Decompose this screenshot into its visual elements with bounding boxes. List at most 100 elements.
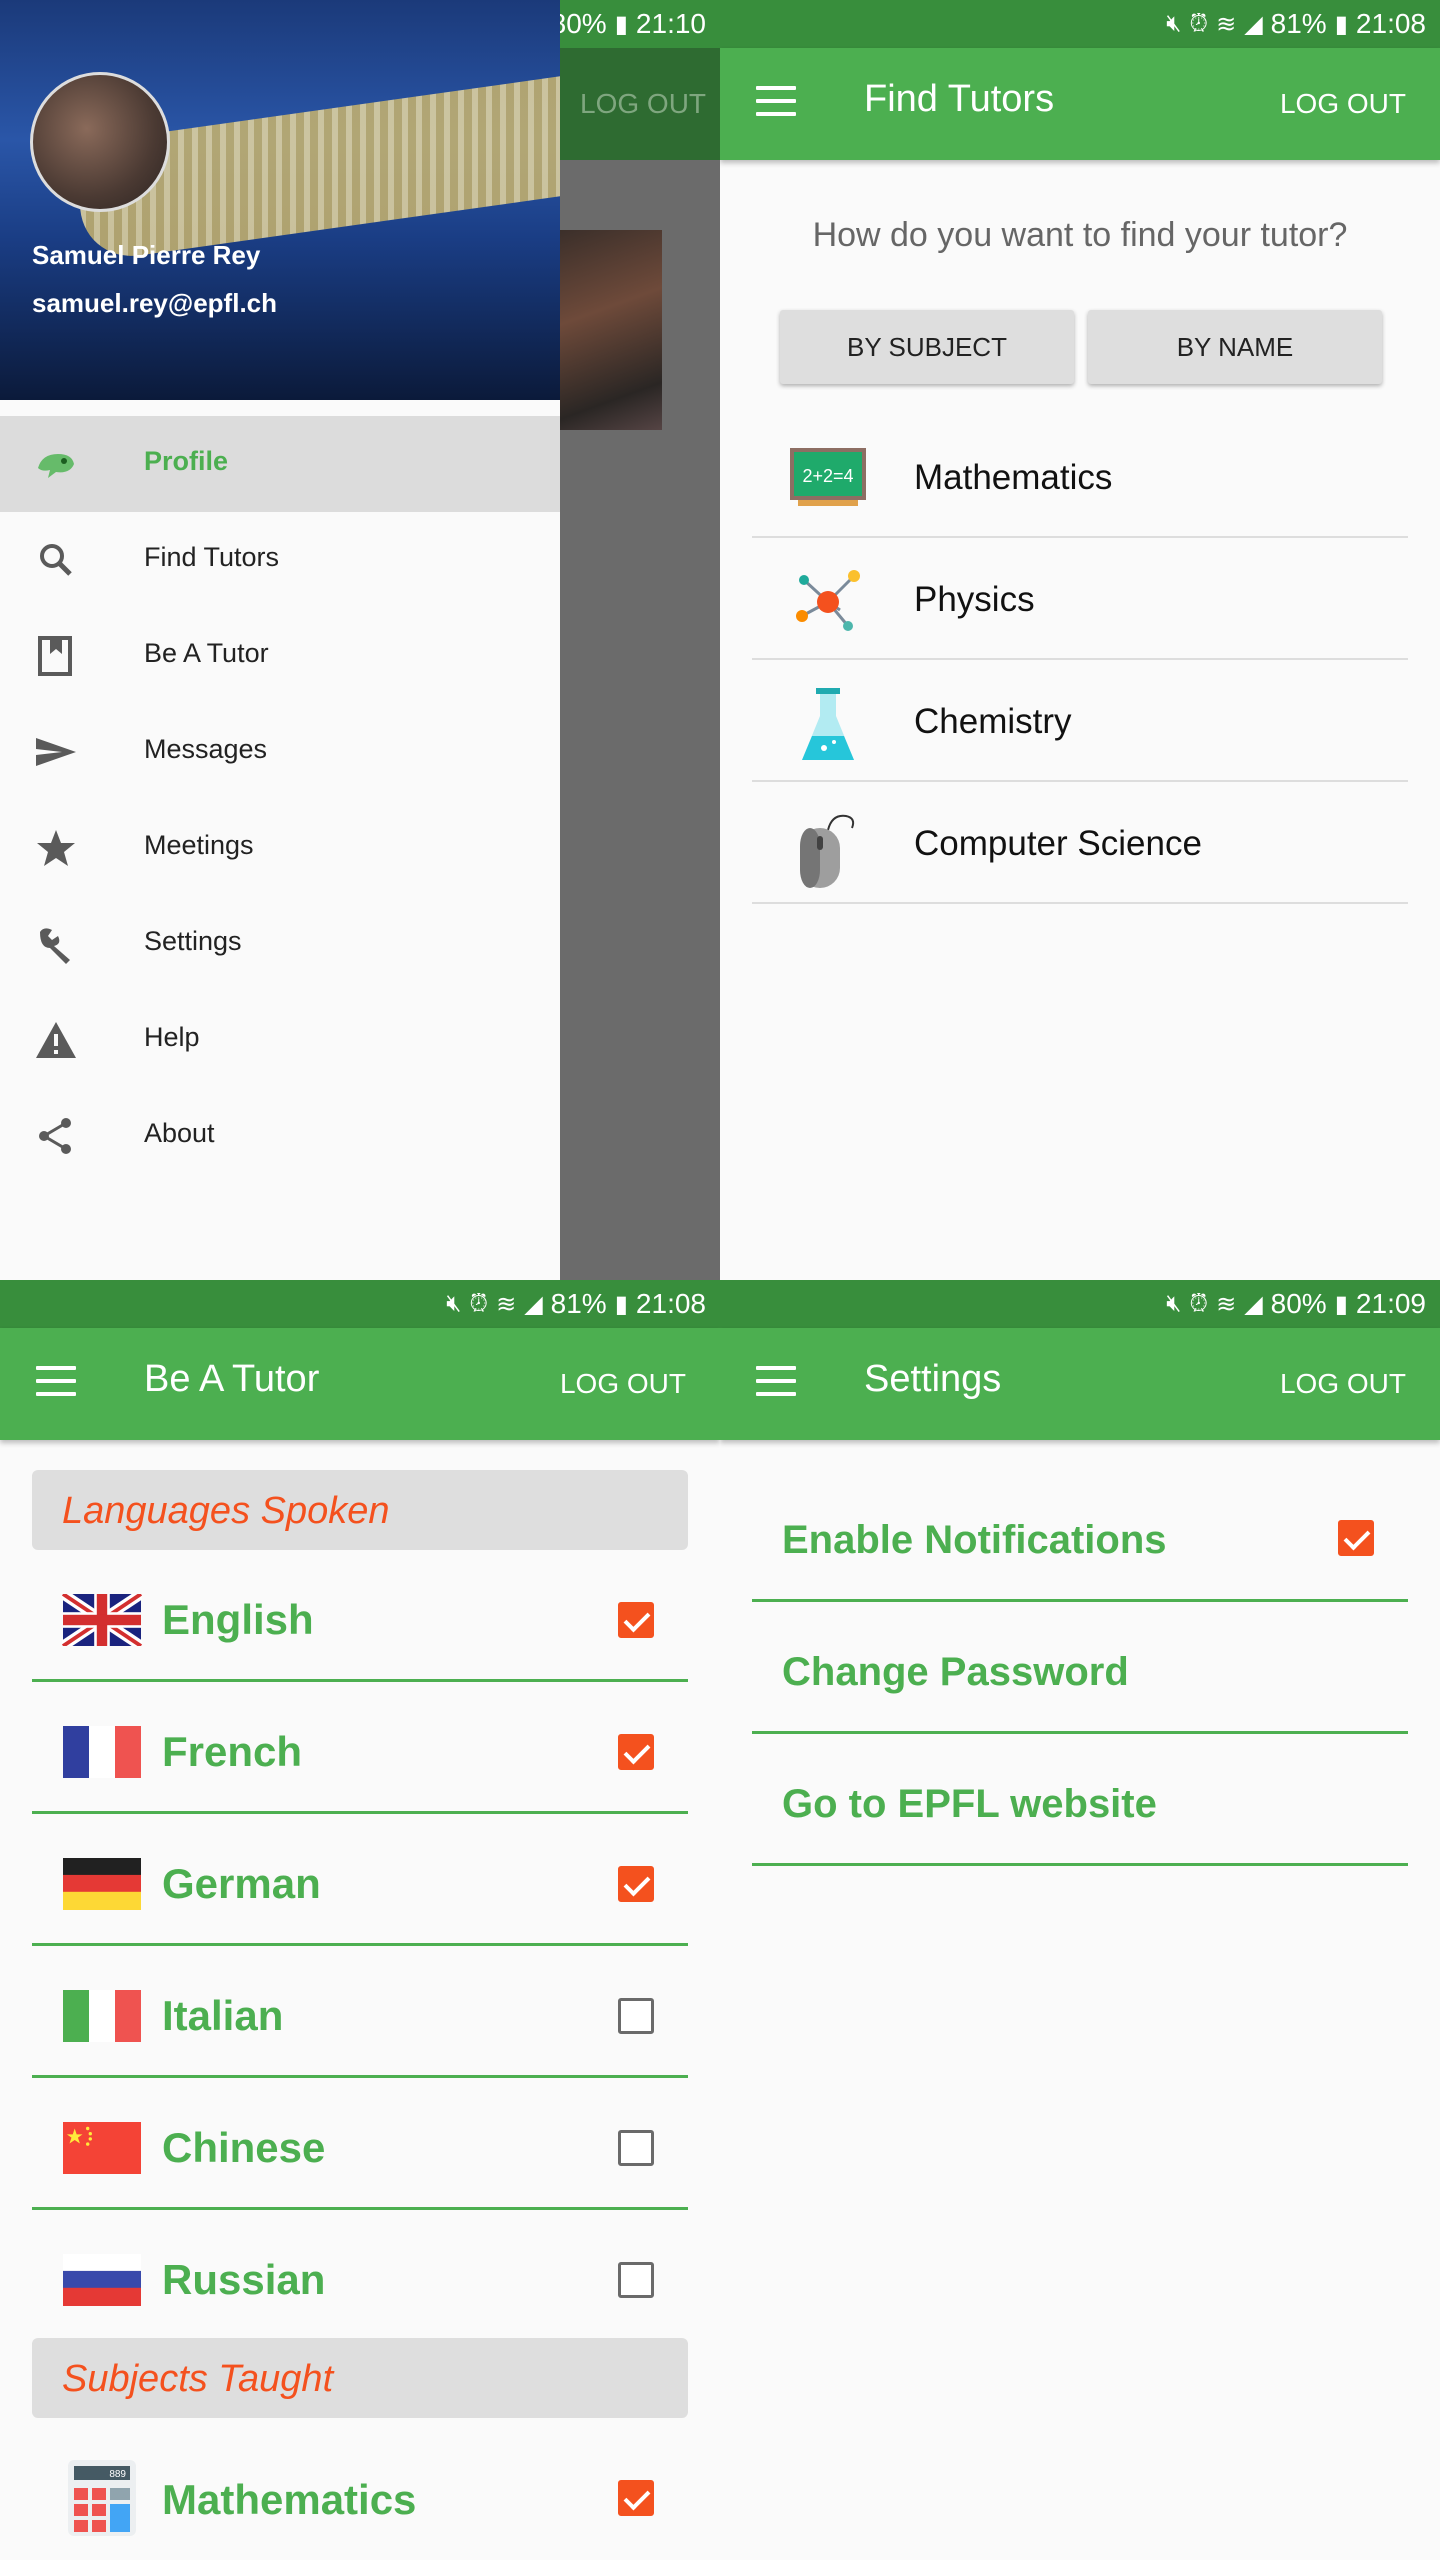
battery-icon: ▮ [1334,1290,1348,1318]
user-name: Samuel Pierre Rey [32,240,261,270]
user-email: samuel.rey@epfl.ch [32,288,278,318]
battery-level: 81% [550,1288,607,1319]
drawer-item-label: Find Tutors [144,542,280,572]
drawer-item-help[interactable]: Help [0,992,560,1088]
france-flag-icon [62,1726,142,1778]
drawer-item-about[interactable]: About [0,1088,560,1184]
clock: 21:10 [635,8,706,39]
logout-button[interactable]: LOG OUT [560,1368,686,1400]
app-bar: Be A Tutor LOG OUT [0,1328,720,1440]
language-label: English [162,1596,314,1643]
avatar[interactable] [30,72,170,212]
russia-flag-icon [62,2254,142,2306]
language-row-german[interactable]: German [32,1814,688,1946]
battery-icon: ▮ [614,10,628,38]
signal-icon: ◢ [1244,1290,1263,1318]
language-row-italian[interactable]: Italian [32,1946,688,2078]
by-subject-button[interactable]: BY SUBJECT [780,310,1074,384]
setting-epfl-website[interactable]: Go to EPFL website [752,1734,1408,1866]
subject-row-chemistry[interactable]: Chemistry [752,660,1408,782]
language-row-chinese[interactable]: Chinese [32,2078,688,2210]
wifi-icon: ≋ [496,1290,517,1318]
language-row-english[interactable]: English [32,1550,688,1682]
drawer-item-profile[interactable]: Profile [0,416,560,512]
find-tutor-question: How do you want to find your tutor? [812,216,1348,254]
italian-checkbox[interactable] [618,1998,654,2034]
setting-enable-notifications[interactable]: Enable Notifications [752,1470,1408,1602]
section-title: Languages Spoken [62,1490,390,1532]
logout-button[interactable]: LOG OUT [1280,88,1406,120]
page-title: Be A Tutor [144,1358,320,1400]
language-row-russian[interactable]: Russian [32,2210,688,2342]
chinese-checkbox[interactable] [618,2130,654,2166]
drawer-item-label: Help [144,1022,200,1052]
italy-flag-icon [62,1990,142,2042]
signal-icon: ◢ [524,1290,543,1318]
languages-section-header: Languages Spoken [32,1470,688,1550]
subjects-section-header: Subjects Taught [32,2338,688,2418]
subject-label: Mathematics [162,2476,417,2523]
subject-row-physics[interactable]: Physics [752,538,1408,660]
drawer-item-label: Messages [144,734,268,764]
language-row-french[interactable]: French [32,1682,688,1814]
drawer-item-meetings[interactable]: Meetings [0,800,560,896]
subject-row-computer-science[interactable]: Computer Science [752,782,1408,904]
notifications-checkbox[interactable] [1338,1520,1374,1556]
drawer-scrim[interactable]: LOG OUT [560,48,720,1280]
settings-screen: 🔇︎ ⏰︎ ≋ ◢ 80% ▮ 21:09 Settings LOG OUT E… [720,1280,1440,2560]
mouse-icon [788,810,868,888]
mute-icon: 🔇︎ [446,1290,462,1317]
status-bar: 🔇︎ ⏰︎ ≋ ◢ 80% ▮ 21:09 [720,1280,1440,1328]
menu-icon[interactable] [756,86,796,122]
setting-change-password[interactable]: Change Password [752,1602,1408,1734]
drawer-item-label: Settings [144,926,242,956]
subject-label: Physics [914,580,1035,619]
menu-icon[interactable] [36,1366,76,1402]
taught-subject-row-mathematics[interactable]: 889 Mathematics [32,2418,688,2550]
screenshot-collage: LOG OUT 🔇︎ ⏰︎ ≋ ◢ 80% ▮ 21:10 Samuel Pie… [0,0,1440,2560]
mathematics-checkbox[interactable] [618,2480,654,2516]
alarm-icon: ⏰︎ [469,1290,489,1317]
wifi-icon: ≋ [1216,10,1237,38]
french-checkbox[interactable] [618,1734,654,1770]
by-name-button[interactable]: BY NAME [1088,310,1382,384]
battery-icon: ▮ [1334,10,1348,38]
setting-label: Go to EPFL website [782,1782,1157,1826]
drawer-item-find-tutors[interactable]: Find Tutors [0,512,560,608]
mute-icon: 🔇︎ [1166,10,1182,37]
logout-button[interactable]: LOG OUT [1280,1368,1406,1400]
section-title: Subjects Taught [62,2358,334,2400]
english-checkbox[interactable] [618,1602,654,1638]
navigation-drawer: Samuel Pierre Rey samuel.rey@epfl.ch Pro… [0,0,560,1280]
drawer-header: Samuel Pierre Rey samuel.rey@epfl.ch [0,0,560,400]
russian-checkbox[interactable] [618,2262,654,2298]
clock: 21:09 [1355,1288,1426,1319]
drawer-item-be-a-tutor[interactable]: Be A Tutor [0,608,560,704]
drawer-item-label: Profile [144,446,229,476]
signal-icon: ◢ [1244,10,1263,38]
find-tutors-screen: 🔇︎ ⏰︎ ≋ ◢ 81% ▮ 21:08 Find Tutors LOG OU… [720,0,1440,1280]
german-checkbox[interactable] [618,1866,654,1902]
wifi-icon: ≋ [1216,1290,1237,1318]
drawer-item-settings[interactable]: Settings [0,896,560,992]
language-label: Russian [162,2256,326,2303]
app-bar: Find Tutors LOG OUT [720,48,1440,160]
search-icon [34,540,78,580]
menu-icon[interactable] [756,1366,796,1402]
alarm-icon: ⏰︎ [1189,10,1209,37]
molecule-icon [788,566,868,632]
battery-icon: ▮ [614,1290,628,1318]
drawer-item-messages[interactable]: Messages [0,704,560,800]
alarm-icon: ⏰︎ [1189,1290,1209,1317]
subject-row-mathematics[interactable]: 2+2=4 Mathematics [752,416,1408,538]
dimmed-appbar: LOG OUT [560,48,720,160]
page-title: Settings [864,1358,1002,1400]
status-bar: 🔇︎ ⏰︎ ≋ ◢ 81% ▮ 21:08 [0,1280,720,1328]
status-bar: 🔇︎ ⏰︎ ≋ ◢ 81% ▮ 21:08 [720,0,1440,48]
app-bar: Settings LOG OUT [720,1328,1440,1440]
subject-label: Mathematics [914,458,1113,497]
star-icon [34,828,78,868]
send-icon [34,732,78,772]
drawer-screen: LOG OUT 🔇︎ ⏰︎ ≋ ◢ 80% ▮ 21:10 Samuel Pie… [0,0,720,1280]
be-a-tutor-screen: 🔇︎ ⏰︎ ≋ ◢ 81% ▮ 21:08 Be A Tutor LOG OUT… [0,1280,720,2560]
